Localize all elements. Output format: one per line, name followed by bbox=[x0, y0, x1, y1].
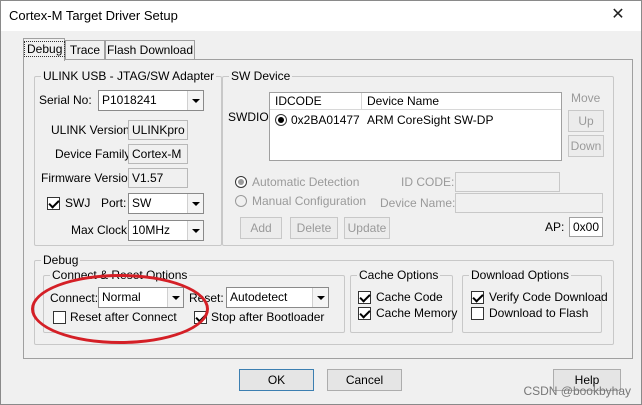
connect-label: Connect: bbox=[50, 291, 99, 305]
move-up-button[interactable]: Up bbox=[568, 110, 604, 132]
stop-after-bootloader-checkbox[interactable] bbox=[194, 311, 207, 324]
tab-flash-download[interactable]: Flash Download bbox=[105, 40, 195, 60]
cache-options-group-title: Cache Options bbox=[357, 268, 441, 282]
port-label: Port: bbox=[101, 196, 127, 210]
dialog-window: Cortex-M Target Driver Setup ✕ Debug Tra… bbox=[0, 0, 642, 405]
download-options-group-title: Download Options bbox=[469, 268, 572, 282]
device-name-label: Device Name: bbox=[380, 196, 456, 210]
device-name-column-header[interactable]: Device Name bbox=[362, 93, 561, 110]
cache-options-group: Cache Options Cache Code Cache Memory bbox=[350, 268, 457, 333]
chevron-down-icon[interactable] bbox=[187, 194, 203, 213]
serial-select[interactable]: P1018241 bbox=[98, 90, 204, 111]
cache-code-checkbox[interactable] bbox=[358, 291, 371, 304]
automatic-detection-radio[interactable] bbox=[235, 176, 247, 188]
device-row-radio[interactable] bbox=[275, 114, 287, 126]
max-clock-value: 10MHz bbox=[132, 223, 171, 237]
sw-device-group: SW Device SWDIO IDCODE Device Name 0x2BA… bbox=[222, 69, 614, 246]
stop-after-bootloader-label: Stop after Bootloader bbox=[211, 310, 325, 324]
cache-memory-label: Cache Memory bbox=[376, 306, 458, 320]
serial-value: P1018241 bbox=[102, 93, 157, 107]
watermark: CSDN @bookbyhay bbox=[523, 384, 631, 398]
port-select[interactable]: SW bbox=[128, 193, 204, 214]
verify-code-download-checkbox[interactable] bbox=[471, 291, 484, 304]
connect-reset-group: Connect & Reset Options Connect: Normal … bbox=[43, 268, 345, 333]
automatic-detection-label: Automatic Detection bbox=[252, 175, 360, 189]
debug-tab-panel: ULINK USB - JTAG/SW Adapter Serial No: P… bbox=[23, 59, 633, 359]
tab-trace-label: Trace bbox=[69, 43, 101, 57]
adapter-group-title: ULINK USB - JTAG/SW Adapter bbox=[41, 69, 217, 83]
move-down-button[interactable]: Down bbox=[568, 135, 604, 157]
move-label: Move bbox=[571, 91, 601, 105]
connect-reset-group-title: Connect & Reset Options bbox=[50, 268, 190, 282]
max-clock-select[interactable]: 10MHz bbox=[128, 220, 204, 241]
serial-label: Serial No: bbox=[39, 93, 92, 107]
manual-configuration-radio[interactable] bbox=[235, 195, 247, 207]
debug-group: Debug Connect & Reset Options Connect: N… bbox=[34, 253, 614, 345]
tab-trace[interactable]: Trace bbox=[65, 40, 105, 60]
ap-label: AP: bbox=[545, 220, 565, 234]
max-clock-label: Max Clock: bbox=[71, 223, 131, 237]
tab-debug[interactable]: Debug bbox=[23, 38, 66, 61]
id-code-field[interactable] bbox=[455, 172, 560, 192]
id-code-label: ID CODE: bbox=[401, 175, 455, 189]
verify-code-download-label: Verify Code Download bbox=[489, 290, 608, 304]
reset-label: Reset: bbox=[189, 291, 224, 305]
download-to-flash-checkbox[interactable] bbox=[471, 307, 484, 320]
idcode-column-header[interactable]: IDCODE bbox=[270, 93, 362, 110]
table-row-device-name[interactable]: ARM CoreSight SW-DP bbox=[367, 113, 493, 127]
connect-value: Normal bbox=[102, 290, 141, 304]
debug-group-title: Debug bbox=[41, 253, 81, 267]
delete-button[interactable]: Delete bbox=[290, 217, 338, 239]
firmware-version-label: Firmware Version: bbox=[41, 171, 138, 185]
cache-memory-checkbox[interactable] bbox=[358, 307, 371, 320]
swj-label: SWJ bbox=[65, 196, 91, 210]
ap-field[interactable]: 0x00 bbox=[569, 217, 603, 237]
chevron-down-icon[interactable] bbox=[187, 91, 203, 110]
device-family-field: Cortex-M bbox=[128, 144, 188, 164]
device-family-label: Device Family: bbox=[55, 147, 134, 161]
title-bar: Cortex-M Target Driver Setup ✕ bbox=[1, 1, 641, 31]
ulink-version-field: ULINKpro bbox=[128, 120, 188, 140]
port-value: SW bbox=[132, 196, 152, 210]
firmware-version-field: V1.57 bbox=[128, 168, 188, 188]
sw-device-group-title: SW Device bbox=[229, 69, 293, 83]
swj-checkbox[interactable] bbox=[47, 197, 60, 210]
reset-select[interactable]: Autodetect bbox=[226, 287, 329, 308]
ok-button[interactable]: OK bbox=[239, 369, 314, 391]
tab-debug-label: Debug bbox=[24, 41, 66, 57]
close-icon[interactable]: ✕ bbox=[603, 5, 633, 25]
adapter-group: ULINK USB - JTAG/SW Adapter Serial No: P… bbox=[34, 69, 222, 246]
ulink-version-label: ULINK Version: bbox=[51, 123, 134, 137]
swdio-label: SWDIO bbox=[228, 110, 269, 124]
window-title: Cortex-M Target Driver Setup bbox=[9, 8, 178, 23]
download-to-flash-label: Download to Flash bbox=[489, 306, 589, 320]
cache-code-label: Cache Code bbox=[376, 290, 443, 304]
add-button[interactable]: Add bbox=[240, 217, 282, 239]
table-row-idcode[interactable]: 0x2BA01477 bbox=[291, 113, 360, 127]
chevron-down-icon[interactable] bbox=[187, 221, 203, 240]
cancel-button[interactable]: Cancel bbox=[327, 369, 402, 391]
chevron-down-icon[interactable] bbox=[167, 288, 183, 307]
chevron-down-icon[interactable] bbox=[312, 288, 328, 307]
sw-device-table[interactable]: IDCODE Device Name 0x2BA01477 ARM CoreSi… bbox=[269, 92, 562, 161]
tab-flash-download-label: Flash Download bbox=[106, 43, 194, 57]
connect-select[interactable]: Normal bbox=[98, 287, 184, 308]
reset-after-connect-label: Reset after Connect bbox=[70, 310, 177, 324]
update-button[interactable]: Update bbox=[344, 217, 390, 239]
reset-after-connect-checkbox[interactable] bbox=[53, 311, 66, 324]
device-name-field[interactable] bbox=[455, 193, 603, 213]
download-options-group: Download Options Verify Code Download Do… bbox=[462, 268, 608, 333]
reset-value: Autodetect bbox=[230, 290, 288, 304]
manual-configuration-label: Manual Configuration bbox=[252, 194, 367, 208]
